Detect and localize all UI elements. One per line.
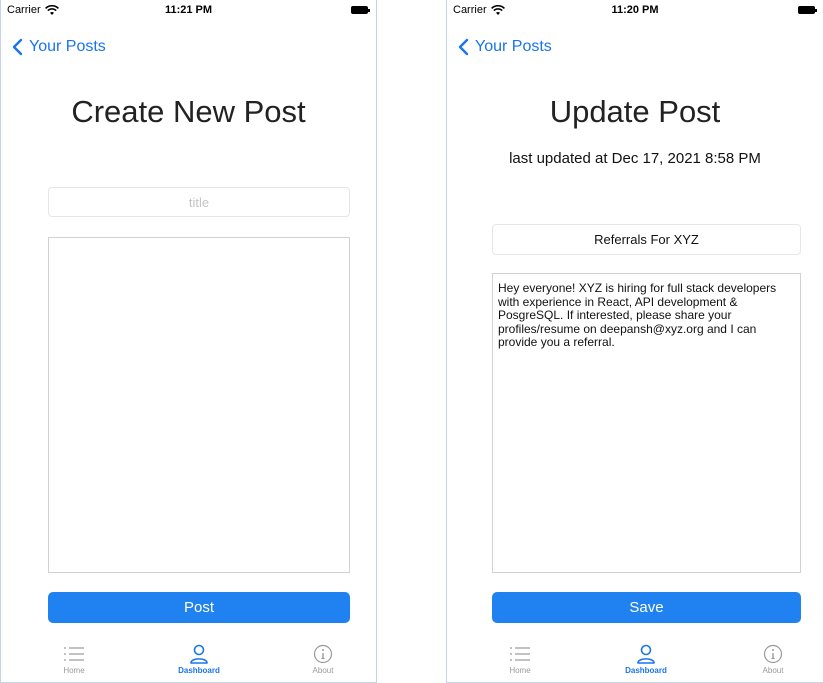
back-button[interactable]: Your Posts xyxy=(457,38,552,56)
info-icon xyxy=(763,644,783,664)
tab-dashboard[interactable]: Dashboard xyxy=(164,642,234,675)
back-label: Your Posts xyxy=(29,38,106,55)
tab-home[interactable]: Home xyxy=(485,642,555,675)
tab-about-label: About xyxy=(312,666,334,675)
tab-about-label: About xyxy=(762,666,784,675)
back-button[interactable]: Your Posts xyxy=(11,38,106,56)
person-icon xyxy=(190,644,208,664)
tab-dashboard[interactable]: Dashboard xyxy=(611,642,681,675)
page-title: Create New Post xyxy=(71,94,306,129)
status-time: 11:21 PM xyxy=(164,4,213,16)
body-textarea[interactable]: Hey everyone! XYZ is hiring for full sta… xyxy=(492,273,801,573)
tab-dashboard-label: Dashboard xyxy=(625,666,667,675)
tab-home[interactable]: Home xyxy=(39,642,109,675)
title-input[interactable]: Referrals For XYZ xyxy=(492,224,801,255)
save-button[interactable]: Save xyxy=(492,592,801,623)
page-title: Update Post xyxy=(549,94,721,129)
tab-about[interactable]: About xyxy=(288,642,358,675)
info-icon xyxy=(313,644,333,664)
battery-icon xyxy=(798,6,817,14)
status-bar: Carrier 11:21 PM xyxy=(1,0,376,22)
list-icon xyxy=(510,647,530,661)
tab-dashboard-label: Dashboard xyxy=(178,666,220,675)
tab-bar: Home Dashboard About xyxy=(447,642,823,682)
back-label: Your Posts xyxy=(475,38,552,55)
body-textarea[interactable] xyxy=(48,237,350,573)
title-input[interactable]: title xyxy=(48,187,350,217)
tab-bar: Home Dashboard About xyxy=(1,642,376,682)
list-icon xyxy=(64,647,84,661)
status-bar: Carrier 11:20 PM xyxy=(447,0,823,22)
update-post-screen: Carrier 11:20 PM Your Posts Update Post … xyxy=(446,0,823,683)
tab-home-label: Home xyxy=(63,666,85,675)
battery-icon xyxy=(351,6,370,14)
status-time: 11:20 PM xyxy=(611,4,659,16)
person-icon xyxy=(637,644,655,664)
last-updated-text: last updated at Dec 17, 2021 8:58 PM xyxy=(509,150,761,167)
tab-home-label: Home xyxy=(509,666,531,675)
create-post-screen: Carrier 11:21 PM Your Posts Create New P… xyxy=(0,0,377,683)
post-button[interactable]: Post xyxy=(48,592,350,623)
tab-about[interactable]: About xyxy=(738,642,808,675)
chevron-left-icon xyxy=(12,38,23,56)
title-placeholder: title xyxy=(188,194,210,210)
chevron-left-icon xyxy=(458,38,469,56)
